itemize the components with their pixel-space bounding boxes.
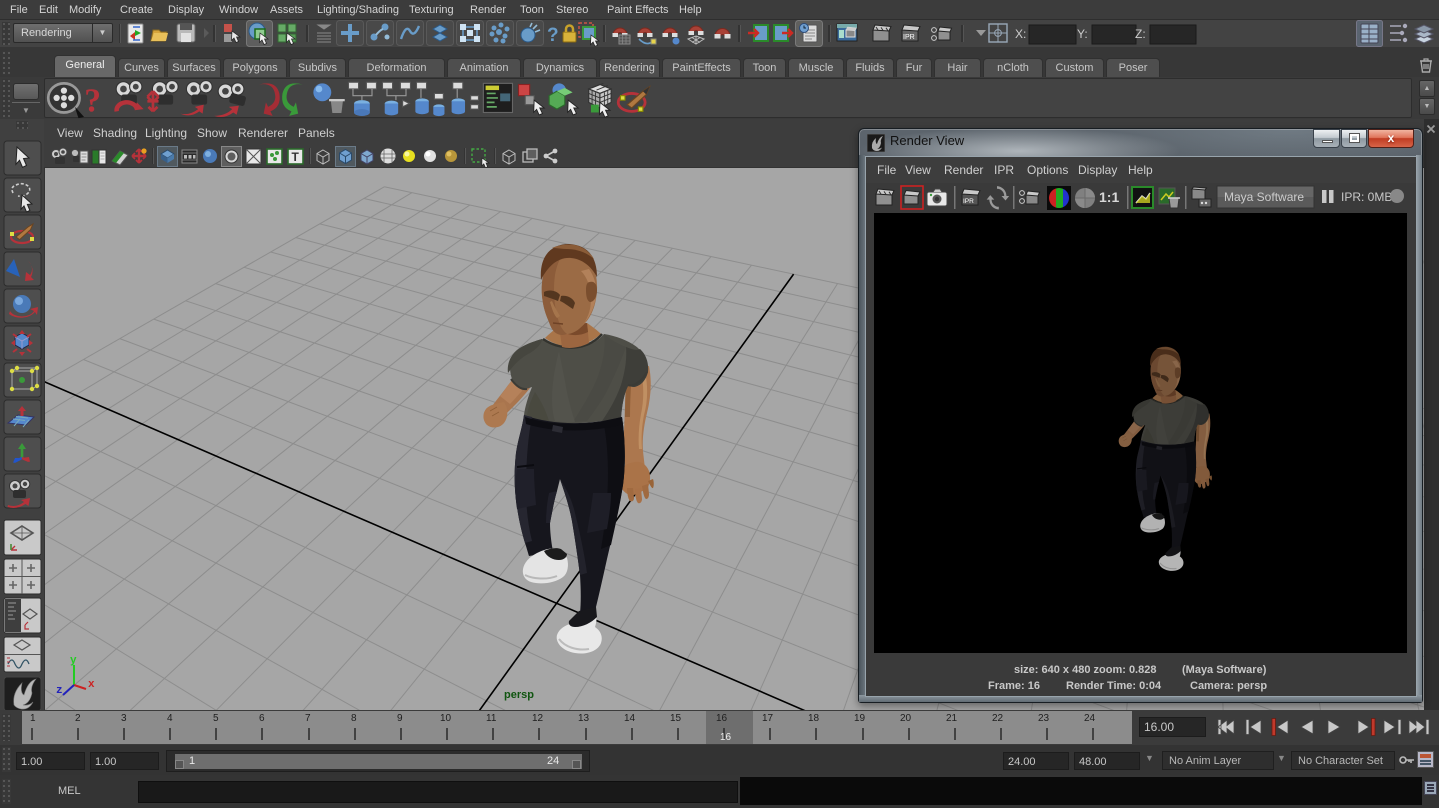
svg-text:1:1: 1:1 (1099, 189, 1119, 205)
svg-text:z: z (56, 685, 63, 697)
svg-text:IPR: IPR (963, 198, 974, 205)
svg-text:14: 14 (624, 713, 636, 724)
svg-text:21: 21 (946, 713, 958, 724)
svg-text:1: 1 (30, 713, 36, 724)
svg-text:22: 22 (992, 713, 1004, 724)
svg-text:?: ? (547, 25, 559, 46)
svg-text:y: y (70, 655, 77, 667)
svg-text:15: 15 (670, 713, 682, 724)
svg-text:T: T (292, 150, 300, 164)
svg-text:X:: X: (1015, 27, 1026, 41)
svg-text:7: 7 (305, 713, 311, 724)
svg-text:19: 19 (854, 713, 866, 724)
svg-text:16: 16 (720, 732, 732, 743)
svg-text:11: 11 (486, 713, 497, 724)
svg-text:20: 20 (900, 713, 912, 724)
svg-text:Z:: Z: (1135, 27, 1146, 41)
svg-text:3: 3 (121, 713, 127, 724)
svg-text:13: 13 (578, 713, 590, 724)
svg-text:5: 5 (213, 713, 219, 724)
svg-text:2: 2 (75, 713, 81, 724)
svg-text:6: 6 (259, 713, 265, 724)
svg-text:10: 10 (440, 713, 452, 724)
svg-text:?: ? (84, 82, 101, 119)
svg-text:x: x (88, 679, 95, 691)
svg-text:17: 17 (762, 713, 774, 724)
svg-text:12: 12 (532, 713, 544, 724)
svg-text:23: 23 (1038, 713, 1050, 724)
svg-text:IPR: 0MB: IPR: 0MB (1341, 190, 1392, 204)
svg-text:16: 16 (716, 713, 728, 724)
svg-text:24: 24 (1084, 713, 1096, 724)
svg-text:18: 18 (808, 713, 820, 724)
svg-text:Y:: Y: (1077, 27, 1088, 41)
svg-text:9: 9 (397, 713, 403, 724)
svg-text:4: 4 (167, 713, 173, 724)
svg-text:Maya Software: Maya Software (1224, 190, 1304, 204)
svg-text:8: 8 (351, 713, 357, 724)
svg-text:IPR: IPR (903, 34, 915, 41)
